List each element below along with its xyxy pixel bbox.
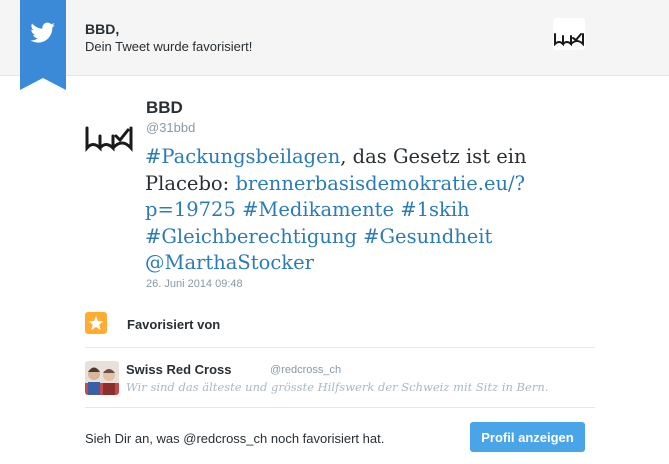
- user-avatar[interactable]: [85, 361, 119, 395]
- hashtag-link[interactable]: #1skih: [400, 198, 469, 221]
- favorited-by-label: Favorisiert von: [127, 317, 221, 332]
- user-name[interactable]: Swiss Red Cross: [126, 362, 232, 377]
- star-icon: [85, 312, 107, 334]
- divider: [85, 347, 595, 348]
- author-name[interactable]: BBD: [146, 98, 183, 118]
- bbd-logo-icon: [85, 126, 133, 153]
- bbd-logo-icon: [554, 33, 584, 47]
- divider: [85, 407, 595, 408]
- hashtag-link[interactable]: #Medikamente: [242, 198, 394, 221]
- header-avatar[interactable]: [553, 18, 585, 50]
- hashtag-link[interactable]: #Gleichberechtigung: [145, 225, 357, 248]
- view-profile-button[interactable]: Profil anzeigen: [470, 422, 585, 452]
- footer-text: Sieh Dir an, was @redcross_ch noch favor…: [85, 431, 385, 446]
- hashtag-link[interactable]: #Gesundheit: [363, 225, 492, 248]
- hashtag-link[interactable]: #Packungsbeilagen: [145, 145, 340, 168]
- user-bio: Wir sind das älteste und grösste Hilfswe…: [126, 380, 549, 394]
- author-avatar[interactable]: [85, 108, 133, 156]
- notification-subtitle: Dein Tweet wurde favorisiert!: [85, 39, 253, 54]
- user-handle[interactable]: @redcross_ch: [270, 364, 341, 376]
- notification-title: BBD,: [85, 21, 120, 37]
- author-handle[interactable]: @31bbd: [146, 120, 195, 135]
- tweet-text: #Packungsbeilagen, das Gesetz ist ein Pl…: [145, 144, 565, 277]
- twitter-ribbon: [20, 0, 66, 90]
- notification-header: BBD, Dein Tweet wurde favorisiert!: [0, 0, 669, 90]
- tweet-date[interactable]: 26. Juni 2014 09:48: [146, 278, 243, 290]
- mention-link[interactable]: @MarthaStocker: [145, 251, 314, 274]
